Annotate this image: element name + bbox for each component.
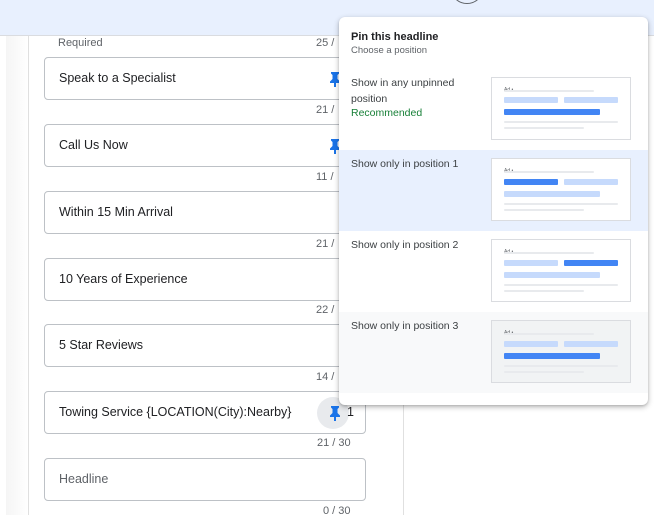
field-counter: 22 / xyxy=(316,304,335,316)
pin-position-number: 1 xyxy=(347,405,354,419)
option-label: Show in any unpinned position xyxy=(351,77,455,105)
preview-line xyxy=(504,371,584,373)
preview-line xyxy=(504,209,584,211)
preview-headline-bar xyxy=(504,109,600,115)
preview-headline-bar xyxy=(564,260,618,266)
headline-field[interactable]: Call Us Now xyxy=(44,124,366,167)
headline-field[interactable]: Speak to a Specialist xyxy=(44,57,366,100)
preview-line xyxy=(504,203,618,205)
headline-text: Towing Service {LOCATION(City):Nearby} xyxy=(59,405,292,419)
preview-line xyxy=(504,252,594,254)
field-counter: 14 / xyxy=(316,371,335,383)
preview-line xyxy=(504,171,594,173)
preview-headline-bar xyxy=(504,353,600,359)
option-label: Show only in position 3 xyxy=(351,320,459,332)
preview-line xyxy=(504,127,584,129)
field-counter: 21 / xyxy=(316,238,335,250)
top-bar-circle-icon[interactable] xyxy=(450,0,484,4)
popup-title: Pin this headline xyxy=(351,31,439,43)
pin-icon[interactable] xyxy=(328,405,342,421)
option-position-1[interactable]: Show only in position 1 Ad • xyxy=(339,150,648,231)
field-counter: 21 / 30 xyxy=(317,437,351,449)
preview-line xyxy=(504,284,618,286)
required-label: Required xyxy=(58,37,103,49)
preview-line xyxy=(504,121,618,123)
preview-headline-bar xyxy=(564,341,618,347)
field-counter: 0 / 30 xyxy=(323,505,351,515)
preview-line xyxy=(504,90,594,92)
preview-headline-bar xyxy=(504,191,600,197)
headline-text: 10 Years of Experience xyxy=(59,272,188,286)
option-label: Show only in position 2 xyxy=(351,239,459,251)
field-counter: 11 / xyxy=(316,171,334,183)
recommended-label: Recommended xyxy=(351,107,423,119)
popup-subtitle: Choose a position xyxy=(351,45,428,56)
headline-field[interactable]: Towing Service {LOCATION(City):Nearby} 1 xyxy=(44,391,366,434)
headline-field[interactable]: 5 Star Reviews xyxy=(44,324,366,367)
preview-headline-bar xyxy=(504,341,558,347)
preview-headline-bar xyxy=(564,179,618,185)
field-counter: 25 / xyxy=(316,37,335,49)
headline-text: Call Us Now xyxy=(59,138,128,152)
headline-input[interactable]: Headline xyxy=(44,458,366,501)
preview-headline-bar xyxy=(504,260,558,266)
preview-line xyxy=(504,290,584,292)
headline-field[interactable]: 10 Years of Experience xyxy=(44,258,366,301)
pin-headline-popup: Pin this headline Choose a position Show… xyxy=(339,17,648,405)
preview-headline-bar xyxy=(564,97,618,103)
preview-headline-bar xyxy=(504,97,558,103)
ad-preview: Ad • xyxy=(491,239,631,302)
headline-text: 5 Star Reviews xyxy=(59,338,144,352)
headline-placeholder: Headline xyxy=(59,472,109,486)
option-any-unpinned[interactable]: Show in any unpinned position Recommende… xyxy=(339,69,648,150)
preview-line xyxy=(504,333,594,335)
field-counter: 21 / xyxy=(316,104,335,116)
ad-preview: Ad • xyxy=(491,320,631,383)
headline-text: Speak to a Specialist xyxy=(59,71,176,85)
option-position-2[interactable]: Show only in position 2 Ad • xyxy=(339,231,648,312)
preview-headline-bar xyxy=(504,179,558,185)
option-label: Show only in position 1 xyxy=(351,158,459,170)
preview-headline-bar xyxy=(504,272,600,278)
left-shadow xyxy=(6,36,28,515)
option-position-3[interactable]: Show only in position 3 Ad • xyxy=(339,312,648,393)
headline-text: Within 15 Min Arrival xyxy=(59,205,173,219)
ad-preview: Ad • xyxy=(491,77,631,140)
ad-preview: Ad • xyxy=(491,158,631,221)
headline-field[interactable]: Within 15 Min Arrival xyxy=(44,191,366,234)
preview-line xyxy=(504,365,618,367)
